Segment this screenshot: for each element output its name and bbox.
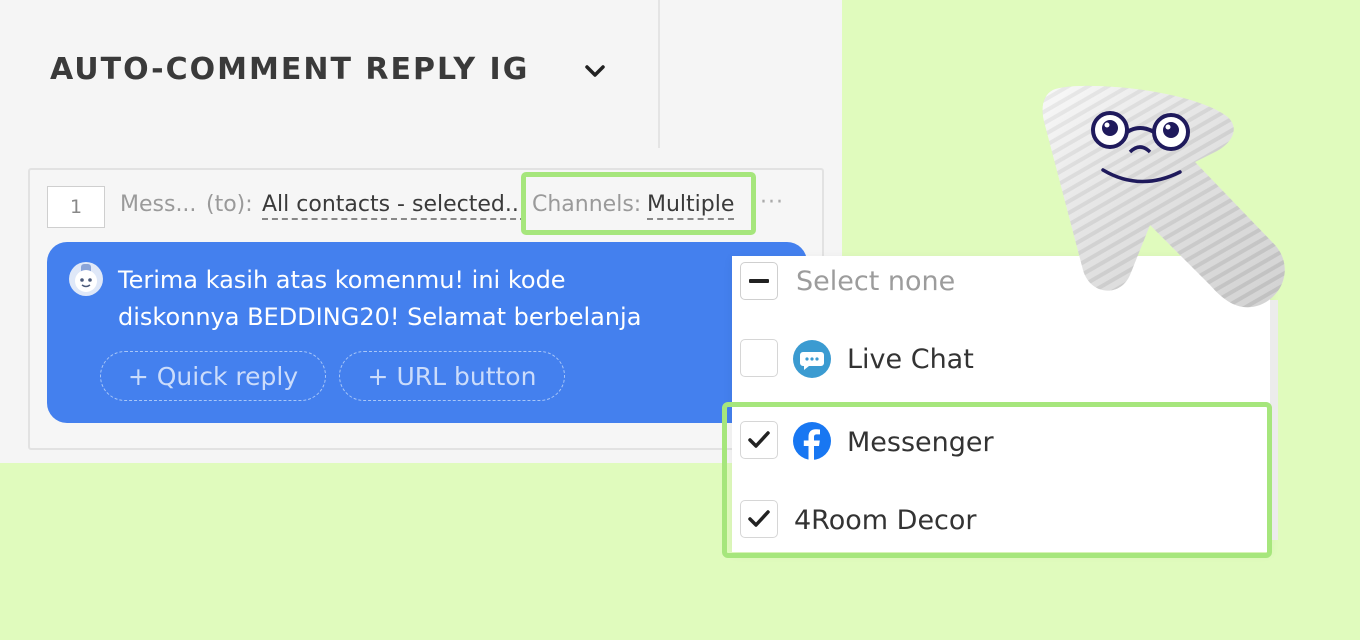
- chevron-down-icon[interactable]: [584, 63, 606, 79]
- select-none-label[interactable]: Select none: [796, 266, 955, 297]
- bot-avatar-icon: [69, 262, 103, 296]
- message-text[interactable]: Terima kasih atas komenmu! ini kode disk…: [118, 262, 718, 336]
- message-line-1: Terima kasih atas komenmu! ini kode: [118, 266, 566, 294]
- minus-icon: [749, 279, 769, 283]
- message-line-2: diskonnya BEDDING20! Selamat berbelanja: [118, 303, 642, 331]
- live-chat-label[interactable]: Live Chat: [847, 344, 974, 375]
- to-label: (to):: [206, 192, 253, 217]
- divider: [658, 0, 660, 148]
- url-button-button[interactable]: + URL button: [339, 351, 565, 401]
- select-none-checkbox[interactable]: [740, 262, 778, 300]
- more-options-icon[interactable]: ···: [760, 190, 784, 215]
- step-number: 1: [47, 186, 105, 228]
- quick-reply-button[interactable]: + Quick reply: [100, 351, 326, 401]
- live-chat-icon: [793, 340, 831, 378]
- mascot-cursor-icon: [1042, 85, 1285, 308]
- live-chat-checkbox[interactable]: [740, 339, 778, 377]
- contacts-filter-link[interactable]: All contacts - selected...: [262, 192, 526, 220]
- flow-title[interactable]: AUTO-COMMENT REPLY IG: [50, 52, 529, 87]
- selected-channels-highlight: [722, 402, 1272, 558]
- messages-label: Mess...: [120, 192, 197, 217]
- channels-highlight: [521, 172, 756, 235]
